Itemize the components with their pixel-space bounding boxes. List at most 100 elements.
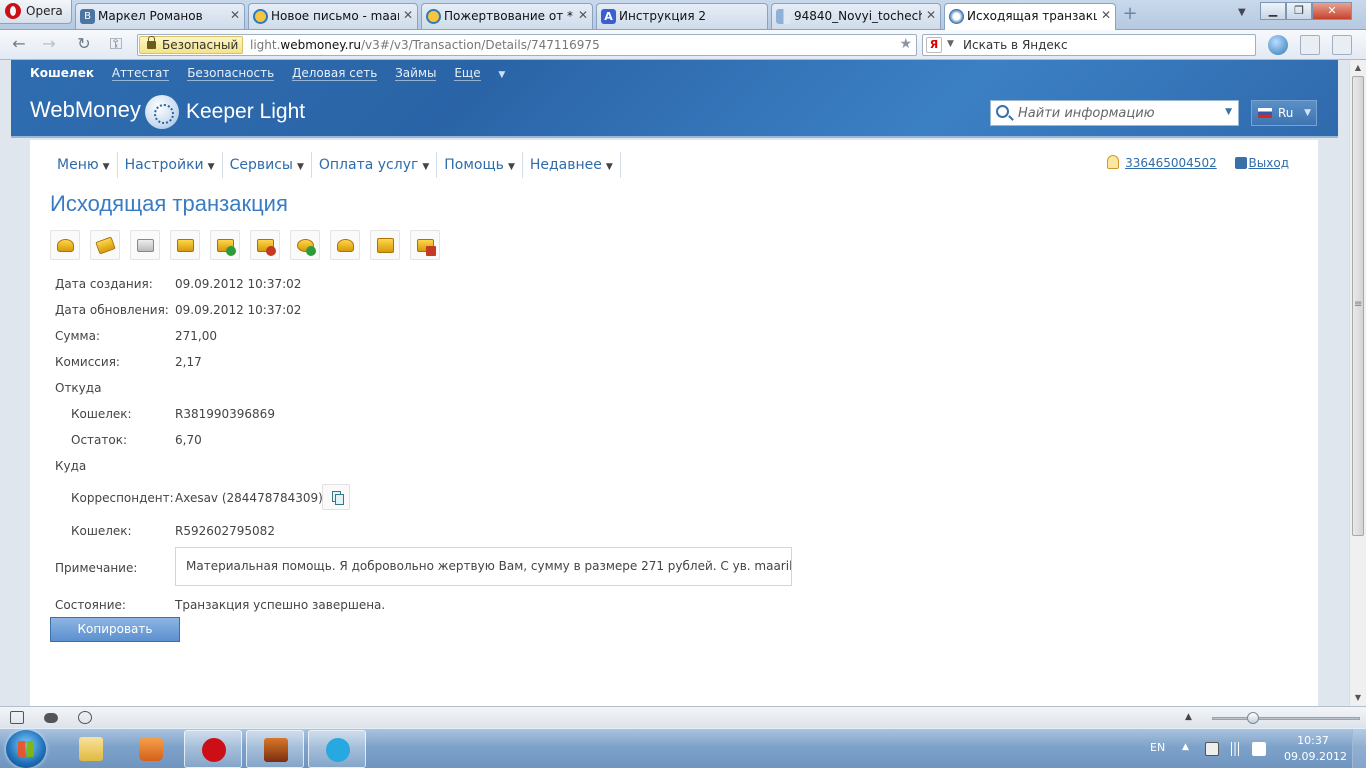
zoom-slider-knob[interactable] xyxy=(1247,712,1259,724)
security-badge[interactable]: Безопасный xyxy=(139,36,243,54)
browser-tab[interactable]: 94840_Novyi_tochechn ✕ xyxy=(771,3,941,29)
browser-tab-active[interactable]: Исходящая транзакция ✕ xyxy=(944,3,1116,30)
forward-arrow-icon[interactable]: → xyxy=(38,35,60,55)
wallet-icon[interactable] xyxy=(90,230,120,260)
menu-payments[interactable]: Оплата услуг ▼ xyxy=(312,152,438,178)
volume-icon[interactable] xyxy=(1252,742,1266,756)
opera-taskbar-button[interactable] xyxy=(184,730,242,768)
browser-search-field[interactable]: Я ▼ Искать в Яндекс xyxy=(922,34,1256,56)
back-arrow-icon[interactable]: ← xyxy=(8,35,30,55)
chevron-down-icon[interactable]: ▼ xyxy=(1225,107,1232,117)
chevron-down-icon: ▼ xyxy=(605,162,613,172)
note-label: Примечание: xyxy=(55,561,138,575)
wm-top-nav: Кошелек Аттестат Безопасность Деловая се… xyxy=(30,66,505,84)
lock-icon xyxy=(147,36,156,49)
scrollbar-thumb[interactable] xyxy=(1352,76,1364,536)
skype-taskbar-button[interactable] xyxy=(308,730,366,768)
invoice-remove-icon[interactable] xyxy=(250,230,280,260)
browser-tab[interactable]: B Маркел Романов ✕ xyxy=(75,3,245,29)
url-text: light.webmoney.ru/v3#/v3/Transaction/Det… xyxy=(250,38,600,52)
menu-main[interactable]: Меню ▼ xyxy=(50,152,118,178)
chevron-down-icon[interactable]: ▼ xyxy=(498,70,505,80)
clock-time[interactable]: 10:37 xyxy=(1286,734,1340,747)
game-taskbar-button[interactable] xyxy=(246,730,304,768)
print-icon[interactable] xyxy=(130,230,160,260)
cloud-icon[interactable] xyxy=(44,713,58,723)
key-icon[interactable]: ⚿ xyxy=(105,35,127,55)
topnav-security[interactable]: Безопасность xyxy=(187,66,275,81)
bookmark-star-icon[interactable]: ★ xyxy=(899,36,912,52)
minimize-window-button[interactable]: ▁ xyxy=(1260,2,1286,20)
export-icon[interactable] xyxy=(410,230,440,260)
transfer-add-icon[interactable] xyxy=(290,230,320,260)
network-icon[interactable] xyxy=(1228,742,1242,756)
close-tab-icon[interactable]: ✕ xyxy=(578,8,588,22)
clock-date[interactable]: 09.09.2012 xyxy=(1284,750,1347,763)
chevron-down-icon: ▼ xyxy=(296,162,304,172)
archive-icon[interactable] xyxy=(370,230,400,260)
updated-label: Дата обновления: xyxy=(55,303,169,317)
restore-window-button[interactable]: ❐ xyxy=(1286,2,1312,20)
zoom-up-icon[interactable]: ▲ xyxy=(1185,712,1192,722)
to-section-label: Куда xyxy=(55,459,87,473)
globe-icon[interactable] xyxy=(1268,35,1288,55)
input-language[interactable]: EN xyxy=(1150,741,1165,754)
browser-tab[interactable]: Новое письмо - maari ✕ xyxy=(248,3,418,29)
note-field[interactable]: Материальная помощь. Я добровольно жертв… xyxy=(175,547,792,586)
tab-list-dropdown-icon[interactable]: ▼ xyxy=(1238,7,1246,18)
explorer-taskbar-button[interactable] xyxy=(62,730,120,768)
topnav-more[interactable]: Еще xyxy=(454,66,481,81)
menu-services[interactable]: Сервисы ▼ xyxy=(223,152,312,178)
vertical-scrollbar[interactable]: ▲ ▼ xyxy=(1349,60,1366,706)
wm-search-placeholder: Найти информацию xyxy=(1018,106,1155,121)
language-selector[interactable]: Ru ▼ xyxy=(1251,100,1317,126)
search-engine-dropdown-icon[interactable]: ▼ xyxy=(947,39,954,49)
message-icon[interactable] xyxy=(170,230,200,260)
copy-button[interactable]: Копировать xyxy=(50,617,180,642)
media-player-taskbar-button[interactable] xyxy=(122,730,180,768)
zoom-slider[interactable] xyxy=(1212,717,1360,720)
copy-correspondent-icon[interactable] xyxy=(322,484,350,510)
created-label: Дата создания: xyxy=(55,277,153,291)
browser-tab[interactable]: Пожертвование от *m ✕ xyxy=(421,3,593,29)
game-icon xyxy=(264,738,288,762)
topnav-wallet[interactable]: Кошелек xyxy=(30,66,94,80)
speed-dial-icon[interactable] xyxy=(78,711,92,724)
scroll-down-icon[interactable]: ▼ xyxy=(1350,690,1366,706)
brand-keeper-light: Keeper Light xyxy=(186,100,306,123)
topnav-loans[interactable]: Займы xyxy=(395,66,437,81)
logout-link[interactable]: Выход xyxy=(1234,156,1289,170)
close-tab-icon[interactable]: ✕ xyxy=(926,8,936,22)
browser-tab[interactable]: A Инструкция 2 xyxy=(596,3,768,29)
close-window-button[interactable]: ✕ xyxy=(1312,2,1352,20)
opera-menu-button[interactable]: Opera xyxy=(0,0,72,24)
wm-search-input[interactable]: Найти информацию ▼ xyxy=(990,100,1239,126)
new-tab-button[interactable]: + xyxy=(1120,5,1140,25)
close-tab-icon[interactable]: ✕ xyxy=(230,8,240,22)
tools-icon[interactable] xyxy=(1332,35,1352,55)
address-field[interactable]: Безопасный light.webmoney.ru/v3#/v3/Tran… xyxy=(137,34,917,56)
reload-icon[interactable]: ↻ xyxy=(73,35,95,55)
panel-toggle-icon[interactable] xyxy=(10,711,24,724)
url-prefix: light. xyxy=(250,38,281,52)
wmid-link[interactable]: 336465004502 xyxy=(1125,156,1217,170)
tray-expand-icon[interactable]: ▲ xyxy=(1182,742,1196,756)
topnav-certificate[interactable]: Аттестат xyxy=(111,66,170,81)
webpage-viewport: Кошелек Аттестат Безопасность Деловая се… xyxy=(0,60,1349,706)
menu-recent[interactable]: Недавнее ▼ xyxy=(523,152,621,178)
opera-menu-label: Opera xyxy=(26,4,63,18)
menu-settings[interactable]: Настройки ▼ xyxy=(118,152,223,178)
topnav-business-network[interactable]: Деловая сеть xyxy=(292,66,378,81)
device-icon[interactable] xyxy=(1205,742,1219,756)
contact-transfer-icon[interactable] xyxy=(330,230,360,260)
scroll-up-icon[interactable]: ▲ xyxy=(1350,60,1366,76)
contacts-icon[interactable] xyxy=(50,230,80,260)
start-button[interactable] xyxy=(6,730,46,768)
page-icon[interactable] xyxy=(1300,35,1320,55)
menu-help[interactable]: Помощь ▼ xyxy=(437,152,523,178)
close-tab-icon[interactable]: ✕ xyxy=(1101,8,1111,22)
show-desktop-button[interactable] xyxy=(1352,729,1366,768)
invoice-add-icon[interactable] xyxy=(210,230,240,260)
url-path: /v3#/v3/Transaction/Details/747116975 xyxy=(361,38,600,52)
close-tab-icon[interactable]: ✕ xyxy=(403,8,413,22)
